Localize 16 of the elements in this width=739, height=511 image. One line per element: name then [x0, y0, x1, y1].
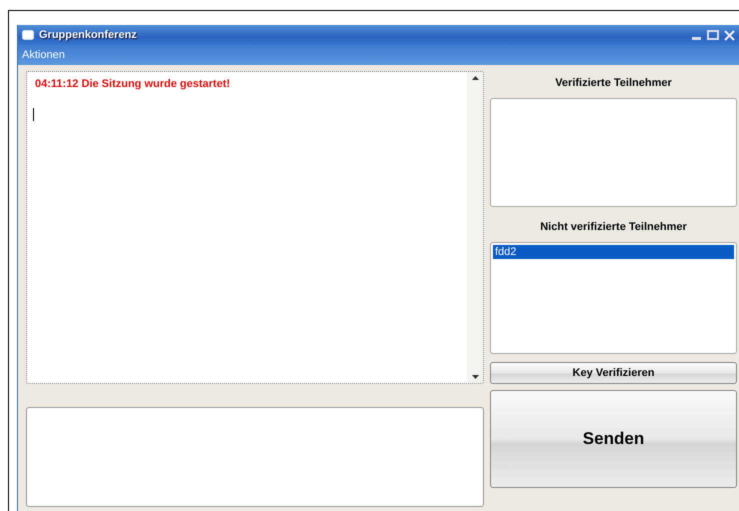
message-input[interactable]	[26, 407, 484, 507]
window-icon	[22, 30, 34, 40]
maximize-icon[interactable]	[707, 30, 719, 40]
chat-message: 04:11:12 Die Sitzung wurde gestartet!	[35, 78, 232, 90]
menu-item[interactable]: Aktionen	[22, 49, 65, 61]
section-heading: Verifizierte Teilnehmer	[554, 76, 673, 91]
close-icon[interactable]	[724, 30, 735, 40]
window-title: Gruppenkonferenz	[39, 29, 138, 41]
scroll-bar[interactable]	[467, 72, 483, 383]
section-heading: Nicht verifizierte Teilnehmer	[539, 220, 688, 235]
scroll-down-icon[interactable]	[472, 375, 478, 379]
scroll-up-icon[interactable]	[472, 76, 478, 80]
verify-button[interactable]: Key Verifizieren	[490, 362, 737, 384]
list-item[interactable]: fdd2	[493, 244, 734, 259]
send-button[interactable]: Senden	[490, 390, 737, 488]
text-cursor	[33, 108, 34, 121]
